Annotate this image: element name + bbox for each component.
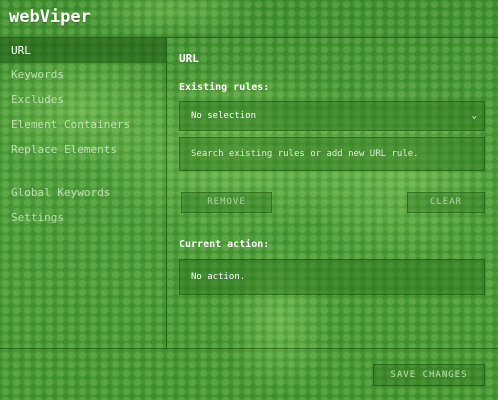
chevron-down-icon: ⌄ <box>471 111 477 121</box>
clear-button[interactable]: CLEAR <box>407 192 485 213</box>
section-title: URL <box>179 52 199 65</box>
sidebar-item-keywords[interactable]: Keywords <box>0 62 166 87</box>
sidebar-item-global-keywords[interactable]: Global Keywords <box>0 180 166 205</box>
remove-button[interactable]: REMOVE <box>181 192 272 213</box>
existing-rules-label: Existing rules: <box>179 82 270 93</box>
sidebar-item-settings[interactable]: Settings <box>0 205 166 230</box>
current-action-box: No action. <box>179 259 485 295</box>
sidebar-item-excludes[interactable]: Excludes <box>0 87 166 112</box>
select-value: No selection <box>191 111 257 121</box>
app-title: webViper <box>9 7 91 27</box>
existing-rules-select[interactable]: No selection ⌄ <box>179 101 485 131</box>
input-placeholder: Search existing rules or add new URL rul… <box>191 149 419 159</box>
current-action-value: No action. <box>191 272 246 282</box>
url-rule-input[interactable]: Search existing rules or add new URL rul… <box>179 137 485 171</box>
app-header: webViper <box>0 0 498 38</box>
main-panel: URL Existing rules: No selection ⌄ Searc… <box>167 38 498 348</box>
footer: SAVE CHANGES <box>0 348 498 400</box>
sidebar: URL Keywords Excludes Element Containers… <box>0 38 167 348</box>
sidebar-item-element-containers[interactable]: Element Containers <box>0 112 166 137</box>
save-changes-button[interactable]: SAVE CHANGES <box>373 364 485 386</box>
sidebar-item-url[interactable]: URL <box>0 38 166 63</box>
current-action-label: Current action: <box>179 239 270 250</box>
sidebar-item-replace-elements[interactable]: Replace Elements <box>0 137 166 162</box>
